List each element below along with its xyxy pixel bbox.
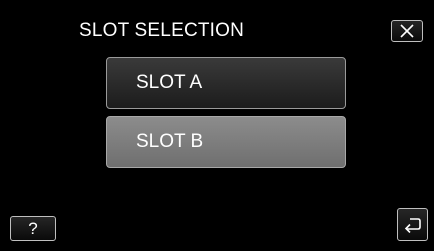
slot-a-label: SLOT A [136,72,203,93]
help-button[interactable]: ? [10,216,56,241]
return-arrow-icon [403,216,422,233]
slot-a-button[interactable]: SLOT A [106,57,346,109]
back-button[interactable] [397,208,428,241]
page-title: SLOT SELECTION [79,20,245,41]
help-label: ? [28,218,38,238]
close-icon [400,24,414,38]
slot-b-label: SLOT B [136,131,204,152]
slot-selection-screen: SLOT SELECTION SLOT A SLOT B ? [0,0,434,251]
close-button[interactable] [391,20,423,42]
slot-b-button[interactable]: SLOT B [106,116,346,168]
